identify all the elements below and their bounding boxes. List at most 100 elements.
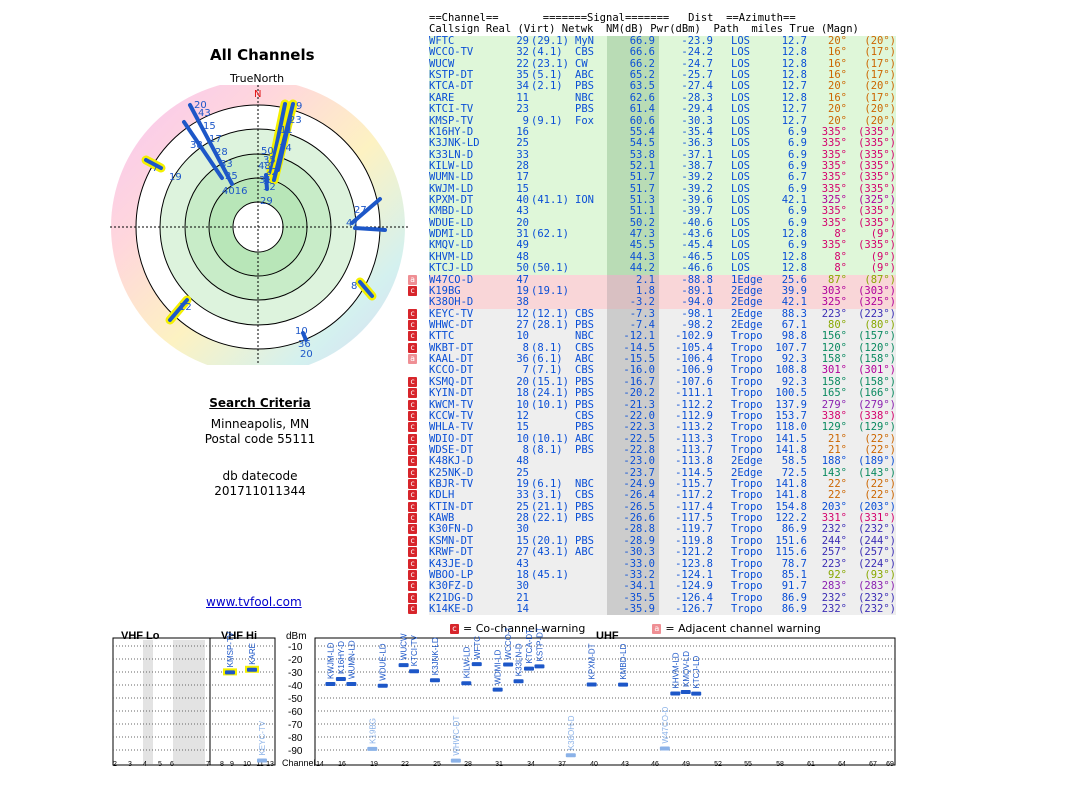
bar-label: KMSP-TV [226, 631, 235, 667]
signal-bar[interactable] [335, 677, 346, 682]
callsign-cell[interactable]: KTTC [429, 330, 454, 342]
virtual-channel-cell: (28.1) [531, 318, 569, 331]
signal-bar[interactable] [225, 670, 235, 675]
signal-bar[interactable] [471, 662, 482, 667]
spectrum-chart: -10-20-30-40-50-60-70-80-90VHF Lo VHF Hi U… [112, 628, 896, 768]
datecode-value: 201711011344 [214, 484, 306, 498]
bar-label: WHWC-DT [452, 716, 461, 756]
distance-cell: 12.8 [781, 262, 807, 275]
co-channel-warning-icon: c [408, 342, 417, 353]
callsign-cell[interactable]: K30FZ-D [429, 580, 473, 592]
signal-bar[interactable] [429, 678, 440, 683]
co-channel-warning-icon: c [408, 558, 417, 569]
radar-channel-label: 8 [351, 281, 357, 292]
callsign-cell[interactable]: KTCJ-LD [429, 262, 473, 274]
bar-label: WCCO-TV [504, 628, 513, 659]
azimuth-magn-cell: (9°) [870, 262, 896, 275]
signal-bar[interactable] [565, 753, 576, 758]
bar-label: WDMI-LD [494, 649, 503, 684]
signal-bar[interactable] [659, 746, 670, 751]
callsign-cell[interactable]: KRWF-DT [429, 546, 473, 558]
azimuth-radar-plot: N 20431592311173828332550353448223132719… [110, 85, 410, 365]
search-criteria: Search Criteria Minneapolis, MN Postal c… [160, 396, 360, 499]
power-cell: -126.7 [675, 602, 713, 615]
table-row: KHVM-LD 48 44.3 -46.5 LOS 12.8 8° (9°) [429, 251, 896, 264]
azimuth-true-cell: 165° [821, 387, 847, 400]
table-body: WFTC 29 (29.1) MyN 66.9 -23.9 LOS 12.7 20° (20°) W… [408, 35, 896, 616]
nm-cell: 51.7 [629, 171, 655, 184]
signal-bar[interactable] [670, 691, 681, 696]
tvfool-link[interactable]: www.tvfool.com [206, 595, 302, 609]
signal-bar[interactable] [398, 663, 409, 668]
x-tick-label: 2 [113, 761, 117, 768]
co-channel-warning-icon: c [408, 433, 417, 444]
callsign-cell[interactable]: WHLA-TV [429, 421, 473, 433]
power-cell: -113.2 [675, 421, 713, 434]
signal-bar[interactable] [534, 664, 545, 669]
power-cell: -102.9 [675, 330, 713, 343]
real-channel-cell: 27 [516, 546, 529, 559]
network-cell: PBS [575, 103, 594, 116]
callsign-cell[interactable]: K38OH-D [429, 296, 473, 308]
azimuth-magn-cell: (335°) [858, 171, 896, 184]
signal-bar[interactable] [503, 662, 514, 667]
callsign-cell[interactable]: K14KE-D [429, 603, 473, 615]
signal-bar[interactable] [524, 666, 534, 671]
signal-bar[interactable] [325, 681, 336, 686]
signal-bar[interactable] [513, 679, 524, 684]
datecode-label: db datecode [222, 469, 298, 483]
co-channel-warning-icon: c [408, 319, 417, 330]
signal-bar[interactable] [586, 682, 597, 687]
co-channel-warning-icon: c [408, 308, 417, 319]
signal-bar[interactable] [461, 681, 472, 686]
signal-bar[interactable] [492, 687, 503, 692]
virtual-channel-cell: (41.1) [531, 194, 569, 207]
co-channel-warning-icon: c [408, 376, 417, 387]
signal-bar[interactable] [367, 746, 378, 751]
callsign-cell[interactable]: KTCI-TV [429, 103, 473, 115]
signal-bar[interactable] [618, 682, 629, 687]
callsign-cell[interactable]: WUMN-LD [429, 171, 473, 183]
path-cell: Tropo [731, 546, 763, 559]
signal-bar[interactable] [680, 690, 691, 695]
signal-bar[interactable] [257, 758, 267, 763]
table-row: K38OH-D 38 -3.2 -94.0 2Edge 42.1 325° (325°) [429, 296, 896, 309]
bar-label: K19BG [368, 718, 377, 744]
azimuth-magn-cell: (335°) [858, 137, 896, 150]
distance-cell: 115.6 [775, 546, 807, 559]
bar-label: KTCI-TV [410, 634, 419, 666]
table-row: WHLA-TV 15 PBS -22.3 -113.2 Tropo 118.0 129° (12… [408, 421, 896, 434]
power-cell: -46.6 [681, 262, 713, 275]
signal-bar[interactable] [409, 669, 420, 674]
signal-bar[interactable] [247, 667, 257, 672]
signal-bar[interactable] [450, 758, 461, 763]
virtual-channel-cell: (50.1) [531, 262, 569, 275]
path-cell: Tropo [731, 580, 763, 593]
signal-bar[interactable] [377, 683, 388, 688]
radar-channel-label: 7 [152, 163, 158, 174]
co-channel-warning-icon: c [408, 410, 417, 421]
real-channel-cell: 14 [516, 602, 529, 615]
bar-label: W47CO-D [661, 706, 670, 743]
network-cell: PBS [575, 421, 594, 434]
callsign-cell[interactable]: K3JNK-LD [429, 137, 480, 149]
virtual-channel-cell: (24.1) [531, 387, 569, 400]
co-channel-warning-icon: c [408, 388, 417, 399]
callsign-cell[interactable]: KYIN-DT [429, 387, 473, 399]
bar-label: KSTP-DT [535, 628, 544, 661]
callsign-cell[interactable]: K48KJ-D [429, 455, 473, 467]
virtual-channel-cell: (45.1) [531, 568, 569, 581]
power-cell: -94.0 [681, 296, 713, 309]
x-tick-label: 19 [370, 761, 378, 768]
nm-cell: -23.0 [623, 455, 655, 468]
bar-label: KILW-LD [462, 646, 471, 678]
x-tick-label: 67 [869, 761, 877, 768]
real-channel-cell: 23 [516, 103, 529, 116]
x-tick-label: 28 [464, 761, 472, 768]
y-tick-label: -80 [288, 733, 303, 744]
table-row: KTCJ-LD 50 (50.1) 44.2 -46.6 LOS 12.8 8° (9°) [429, 262, 896, 275]
table-row: WCCO-TV 32 (4.1) CBS 66.6 -24.2 LOS 12.8 16° (17°… [429, 46, 896, 59]
signal-bar[interactable] [691, 691, 702, 696]
signal-bar[interactable] [346, 681, 357, 686]
distance-cell: 118.0 [775, 421, 807, 434]
